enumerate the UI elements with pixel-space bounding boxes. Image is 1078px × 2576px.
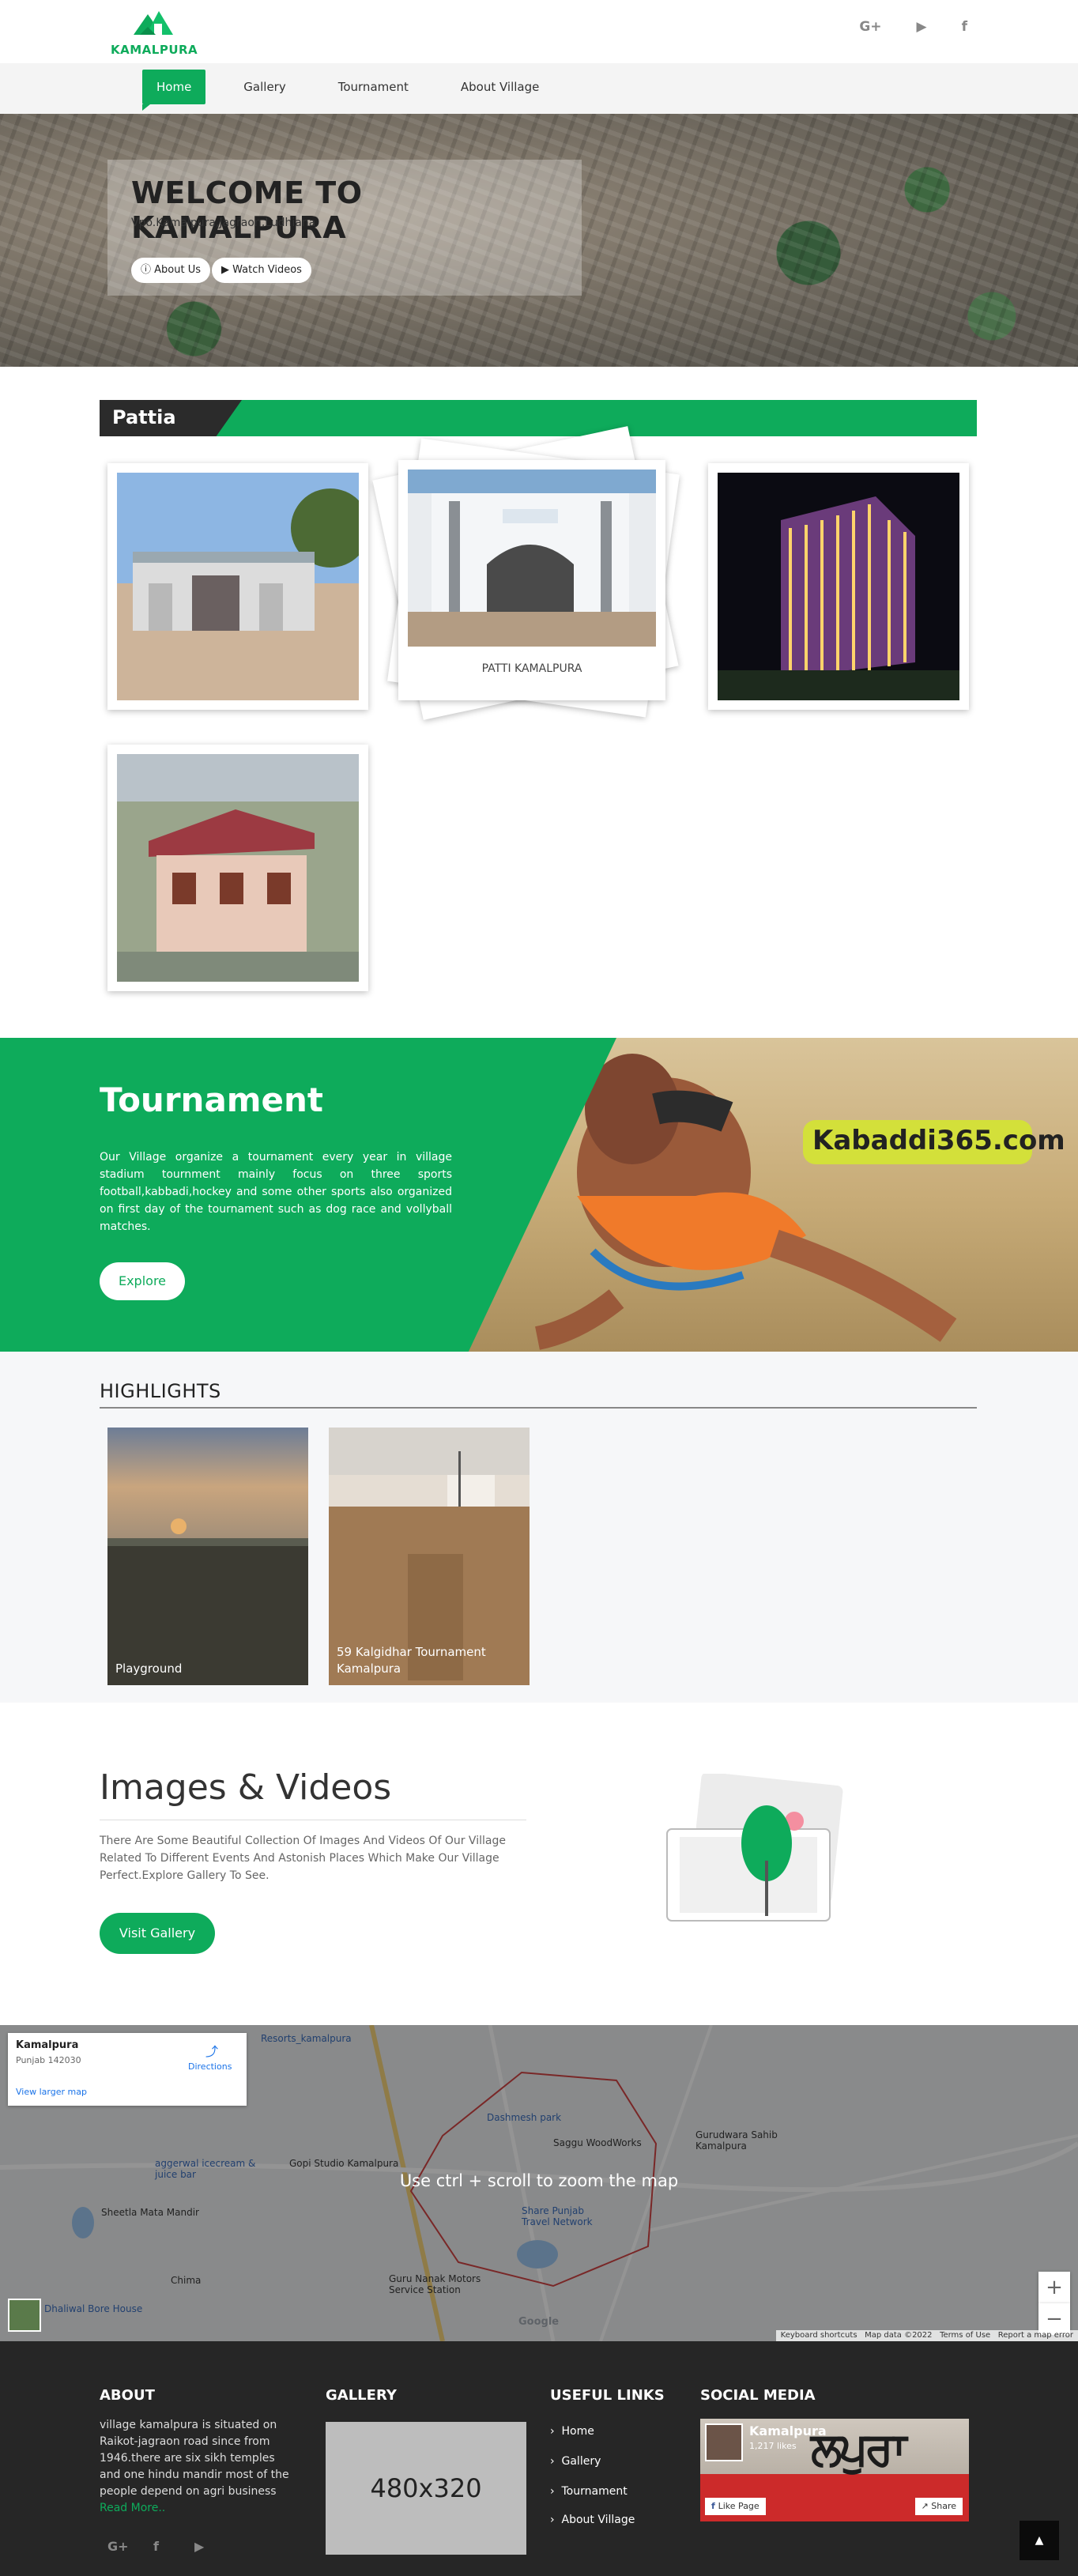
nav-tournament[interactable]: Tournament [324, 70, 423, 104]
info-icon: ⓘ [141, 264, 155, 276]
pattia-card-3[interactable] [708, 463, 969, 710]
footer-facebook-icon[interactable]: f [153, 2539, 159, 2554]
nav-gallery[interactable]: Gallery [229, 70, 300, 104]
youtube-icon[interactable]: ▶ [917, 19, 927, 35]
google-logo: Google [518, 2316, 560, 2328]
gallery-illustration-icon [666, 1774, 843, 1922]
lit-building-photo [718, 473, 959, 700]
patti-kamalpura-caption: PATTI KAMALPURA [481, 662, 582, 675]
pattia-card-4[interactable] [107, 745, 368, 991]
map-data-label: Map data ©2022 [865, 2331, 933, 2340]
highlight-caption: Playground [115, 1661, 183, 1676]
footer-link-tournament[interactable]: › Tournament [550, 2485, 628, 2498]
pattia-title: Pattia [112, 406, 176, 428]
tournament-section: Kabaddi365.com Tournament Our Village or… [0, 1038, 1078, 1352]
footer-link-gallery[interactable]: › Gallery [550, 2455, 601, 2468]
arrow-up-icon: ▲ [1035, 2534, 1044, 2547]
highlight-card-playground[interactable]: Playground [107, 1428, 308, 1685]
kabaddi365-brand: Kabaddi365.com [812, 1125, 1065, 1156]
google-plus-icon[interactable]: G+ [859, 19, 881, 35]
highlight-caption: 59 Kalgidhar Tournament Kamalpura [337, 1645, 486, 1676]
watch-videos-button[interactable]: ▶ Watch Videos [212, 258, 311, 283]
footer-link-home[interactable]: › Home [550, 2425, 594, 2438]
logo-text: KAMALPURA [111, 43, 198, 57]
google-map[interactable]: Resorts_kamalpura Dashmesh park Saggu Wo… [0, 2025, 1078, 2341]
footer-links-title: USEFUL LINKS [550, 2387, 665, 2404]
hero-banner: WELCOME TO KAMALPURA Vpo.Kamalpura,Jagra… [0, 114, 1078, 367]
map-zoom-hint: Use ctrl + scroll to zoom the map [399, 2171, 679, 2190]
fb-avatar [705, 2423, 743, 2461]
highlights-divider [100, 1407, 977, 1409]
directions-icon[interactable]: ⤴ [205, 2041, 218, 2060]
top-header: KAMALPURA G+ ▶ f [0, 0, 1078, 63]
about-text: village kamalpura is situated on Raikot-… [100, 2419, 289, 2498]
fb-icon: f [711, 2501, 718, 2511]
highlights-section: HIGHLIGHTS Playground 59 Kalgidhar Tourn… [0, 1352, 1078, 1703]
highlights-title: HIGHLIGHTS [100, 1380, 221, 1402]
footer-about-title: ABOUT [100, 2387, 155, 2404]
visit-gallery-button[interactable]: Visit Gallery [100, 1913, 215, 1954]
playground-photo [107, 1428, 308, 1685]
view-larger-map-link[interactable]: View larger map [16, 2087, 87, 2097]
images-videos-title: Images & Videos [100, 1767, 392, 1808]
report-error-link[interactable]: Report a map error [998, 2331, 1073, 2340]
footer-google-plus-icon[interactable]: G+ [107, 2539, 129, 2554]
map-place-address: Punjab 142030 [16, 2055, 81, 2065]
about-us-button[interactable]: ⓘ About Us [131, 258, 210, 283]
footer-youtube-icon[interactable]: ▶ [194, 2539, 204, 2554]
map-place-name: Kamalpura [16, 2039, 79, 2051]
nav-home[interactable]: Home [142, 70, 206, 111]
fb-share-button[interactable]: ↗ Share [914, 2498, 963, 2515]
directions-link[interactable]: Directions [188, 2061, 232, 2072]
terms-link[interactable]: Terms of Use [940, 2331, 990, 2340]
highlight-card-tournament[interactable]: 59 Kalgidhar Tournament Kamalpura [329, 1428, 530, 1685]
fb-page-name[interactable]: Kamalpura [749, 2423, 827, 2438]
images-videos-description: There Are Some Beautiful Collection Of I… [100, 1835, 506, 1882]
hero-subtitle: Vpo.Kamalpura,Jagraon,Ludhiana [131, 217, 316, 229]
map-zoom-in-button[interactable]: + [1038, 2272, 1070, 2303]
footer-about-text: village kamalpura is situated on Raikot-… [100, 2417, 297, 2517]
tournament-description: Our Village organize a tournament every … [100, 1151, 452, 1233]
facebook-icon[interactable]: f [962, 19, 967, 35]
hero-box: WELCOME TO KAMALPURA Vpo.Kamalpura,Jagra… [107, 160, 582, 296]
hero-title: WELCOME TO KAMALPURA [131, 175, 363, 245]
share-icon: ↗ [921, 2501, 932, 2511]
satellite-toggle[interactable] [8, 2299, 41, 2332]
keyboard-shortcuts-link[interactable]: Keyboard shortcuts [781, 2331, 858, 2340]
tournament-title: Tournament [100, 1081, 324, 1119]
explore-button[interactable]: Explore [100, 1262, 185, 1300]
scroll-to-top-button[interactable]: ▲ [1020, 2521, 1059, 2560]
nav-about-village[interactable]: About Village [447, 70, 554, 104]
pattia-heading-bar: Pattia [100, 400, 977, 436]
facebook-page-widget[interactable]: ਲਪੁਰਾ Kamalpura 1,217 likes f Like Page … [700, 2419, 969, 2521]
fb-likes: 1,217 likes [749, 2441, 797, 2451]
pattia-card-2[interactable]: PATTI KAMALPURA [398, 460, 665, 700]
main-nav: Home Gallery Tournament About Village [0, 63, 1078, 114]
footer-social-title: SOCIAL MEDIA [700, 2387, 816, 2404]
village-gate-photo [117, 473, 359, 700]
house-logo-icon [134, 11, 173, 35]
map-attribution: Keyboard shortcuts Map data ©2022 Terms … [775, 2330, 1078, 2341]
about-us-label: About Us [154, 264, 201, 276]
read-more-link[interactable]: Read More.. [100, 2500, 297, 2517]
fb-like-page-button[interactable]: f Like Page [705, 2498, 766, 2515]
video-icon: ▶ [221, 264, 233, 276]
map-place-card: Kamalpura Punjab 142030 View larger map … [8, 2033, 247, 2106]
patti-kamalpura-photo [408, 470, 656, 647]
footer-link-about-village[interactable]: › About Village [550, 2514, 635, 2526]
footer-gallery-image[interactable]: 480x320 [326, 2422, 526, 2555]
header-social-links: G+ ▶ f [859, 19, 967, 35]
site-logo[interactable]: KAMALPURA [111, 3, 198, 60]
watch-videos-label: Watch Videos [232, 264, 302, 276]
footer-gallery-title: GALLERY [326, 2387, 397, 2404]
village-house-photo [117, 754, 359, 982]
site-footer: ABOUT village kamalpura is situated on R… [0, 2341, 1078, 2576]
pattia-card-1[interactable] [107, 463, 368, 710]
